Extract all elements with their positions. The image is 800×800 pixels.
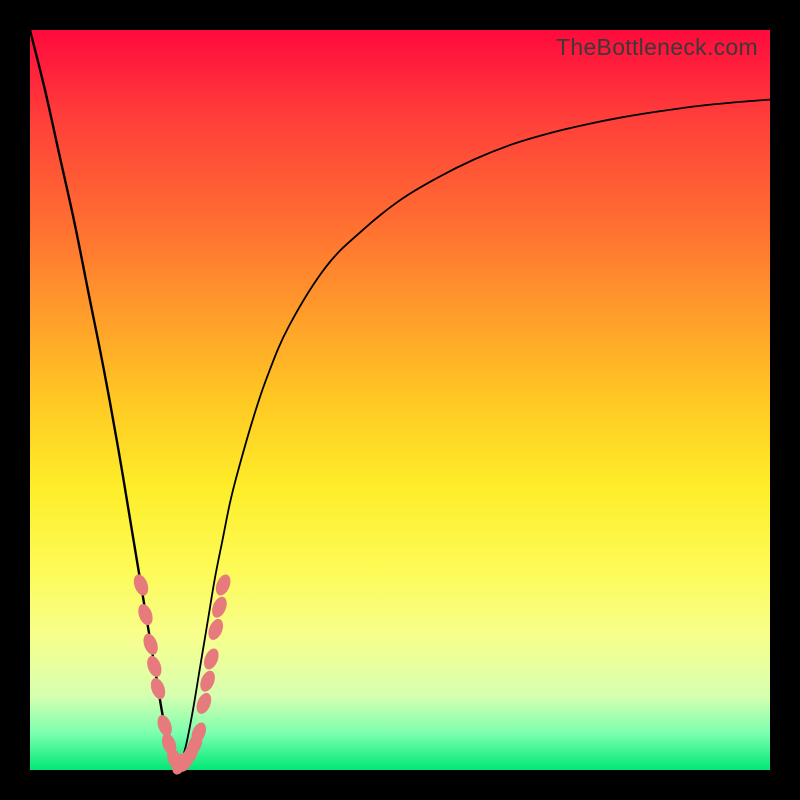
chart-frame: TheBottleneck.com — [0, 0, 800, 800]
plot-area: TheBottleneck.com — [30, 30, 770, 770]
chart-svg — [30, 30, 770, 770]
curve-line — [30, 30, 770, 770]
data-markers — [131, 572, 233, 776]
